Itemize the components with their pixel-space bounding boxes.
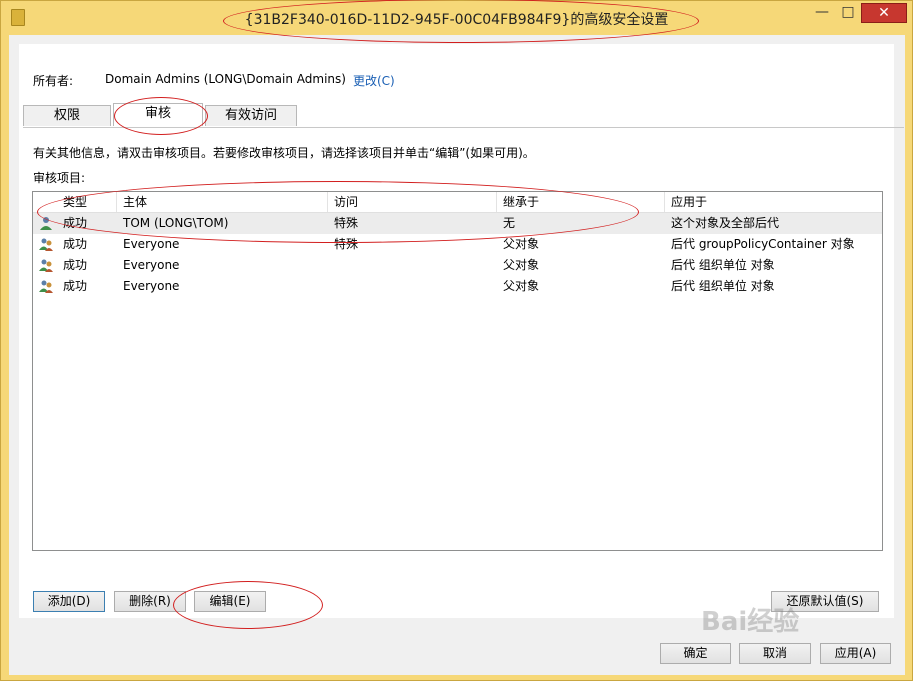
cell-principal: Everyone: [123, 279, 180, 293]
cell-applies: 后代 组织单位 对象: [671, 258, 775, 272]
add-button[interactable]: 添加(D): [33, 591, 105, 612]
column-header-access[interactable]: 访问: [328, 192, 497, 212]
list-header: 类型 主体 访问 继承于 应用于: [33, 192, 882, 213]
tab-strip: 权限 审核 有效访问: [23, 103, 904, 128]
column-header-inherited[interactable]: 继承于: [497, 192, 665, 212]
cell-applies: 后代 组织单位 对象: [671, 279, 775, 293]
window-title: {31B2F340-016D-11D2-945F-00C04FB984F9}的高…: [244, 12, 669, 28]
cell-principal: Everyone: [123, 258, 180, 272]
info-text: 有关其他信息，请双击审核项目。若要修改审核项目，请选择该项目并单击“编辑”(如果…: [33, 146, 535, 160]
owner-value: Domain Admins (LONG\Domain Admins): [105, 72, 346, 86]
cell-access: 特殊: [334, 237, 359, 251]
cell-applies: 这个对象及全部后代: [671, 216, 780, 230]
cell-inherited: 父对象: [503, 237, 540, 251]
table-row[interactable]: 成功 Everyone 特殊 父对象 后代 groupPolicyContain…: [33, 234, 882, 255]
cell-inherited: 父对象: [503, 279, 540, 293]
table-row[interactable]: 成功 Everyone 父对象 后代 组织单位 对象: [33, 276, 882, 297]
tab-effective-access[interactable]: 有效访问: [205, 105, 297, 126]
cell-type: 成功: [63, 237, 88, 251]
maximize-button[interactable]: □: [835, 3, 861, 23]
remove-button[interactable]: 删除(R): [114, 591, 186, 612]
change-owner-link[interactable]: 更改(C): [353, 72, 395, 89]
close-button[interactable]: ✕: [861, 3, 907, 23]
cancel-button[interactable]: 取消: [739, 643, 811, 664]
cell-inherited: 无: [503, 216, 516, 230]
table-row[interactable]: 成功 TOM (LONG\TOM) 特殊 无 这个对象及全部后代: [33, 213, 882, 234]
dialog-client: 所有者: Domain Admins (LONG\Domain Admins) …: [9, 35, 905, 675]
users-icon: [39, 238, 53, 251]
title-bar[interactable]: {31B2F340-016D-11D2-945F-00C04FB984F9}的高…: [1, 1, 912, 35]
minimize-button[interactable]: —: [809, 3, 835, 23]
cell-inherited: 父对象: [503, 258, 540, 272]
cell-type: 成功: [63, 258, 88, 272]
edit-button[interactable]: 编辑(E): [194, 591, 266, 612]
cell-access: 特殊: [334, 216, 359, 230]
column-header-principal[interactable]: 主体: [117, 192, 328, 212]
table-row[interactable]: 成功 Everyone 父对象 后代 组织单位 对象: [33, 255, 882, 276]
column-header-type[interactable]: 类型: [57, 192, 117, 212]
users-icon: [39, 259, 53, 272]
owner-label: 所有者:: [33, 74, 74, 88]
cell-principal: Everyone: [123, 237, 180, 251]
cell-applies: 后代 groupPolicyContainer 对象: [671, 237, 855, 251]
column-header-applies[interactable]: 应用于: [665, 192, 882, 212]
cell-type: 成功: [63, 216, 88, 230]
user-icon: [40, 217, 52, 230]
cell-type: 成功: [63, 279, 88, 293]
tab-permissions[interactable]: 权限: [23, 105, 111, 126]
apply-button[interactable]: 应用(A): [820, 643, 891, 664]
users-icon: [39, 280, 53, 293]
tab-auditing[interactable]: 审核: [113, 103, 203, 126]
ok-button[interactable]: 确定: [660, 643, 731, 664]
audit-entries-list[interactable]: 类型 主体 访问 继承于 应用于 成功 TOM (LONG\TOM) 特殊 无 …: [32, 191, 883, 551]
dialog-window: {31B2F340-016D-11D2-945F-00C04FB984F9}的高…: [0, 0, 913, 681]
cell-principal: TOM (LONG\TOM): [123, 216, 229, 230]
watermark-logo: Bai经验: [701, 607, 800, 637]
audit-items-label: 审核项目:: [33, 171, 86, 185]
